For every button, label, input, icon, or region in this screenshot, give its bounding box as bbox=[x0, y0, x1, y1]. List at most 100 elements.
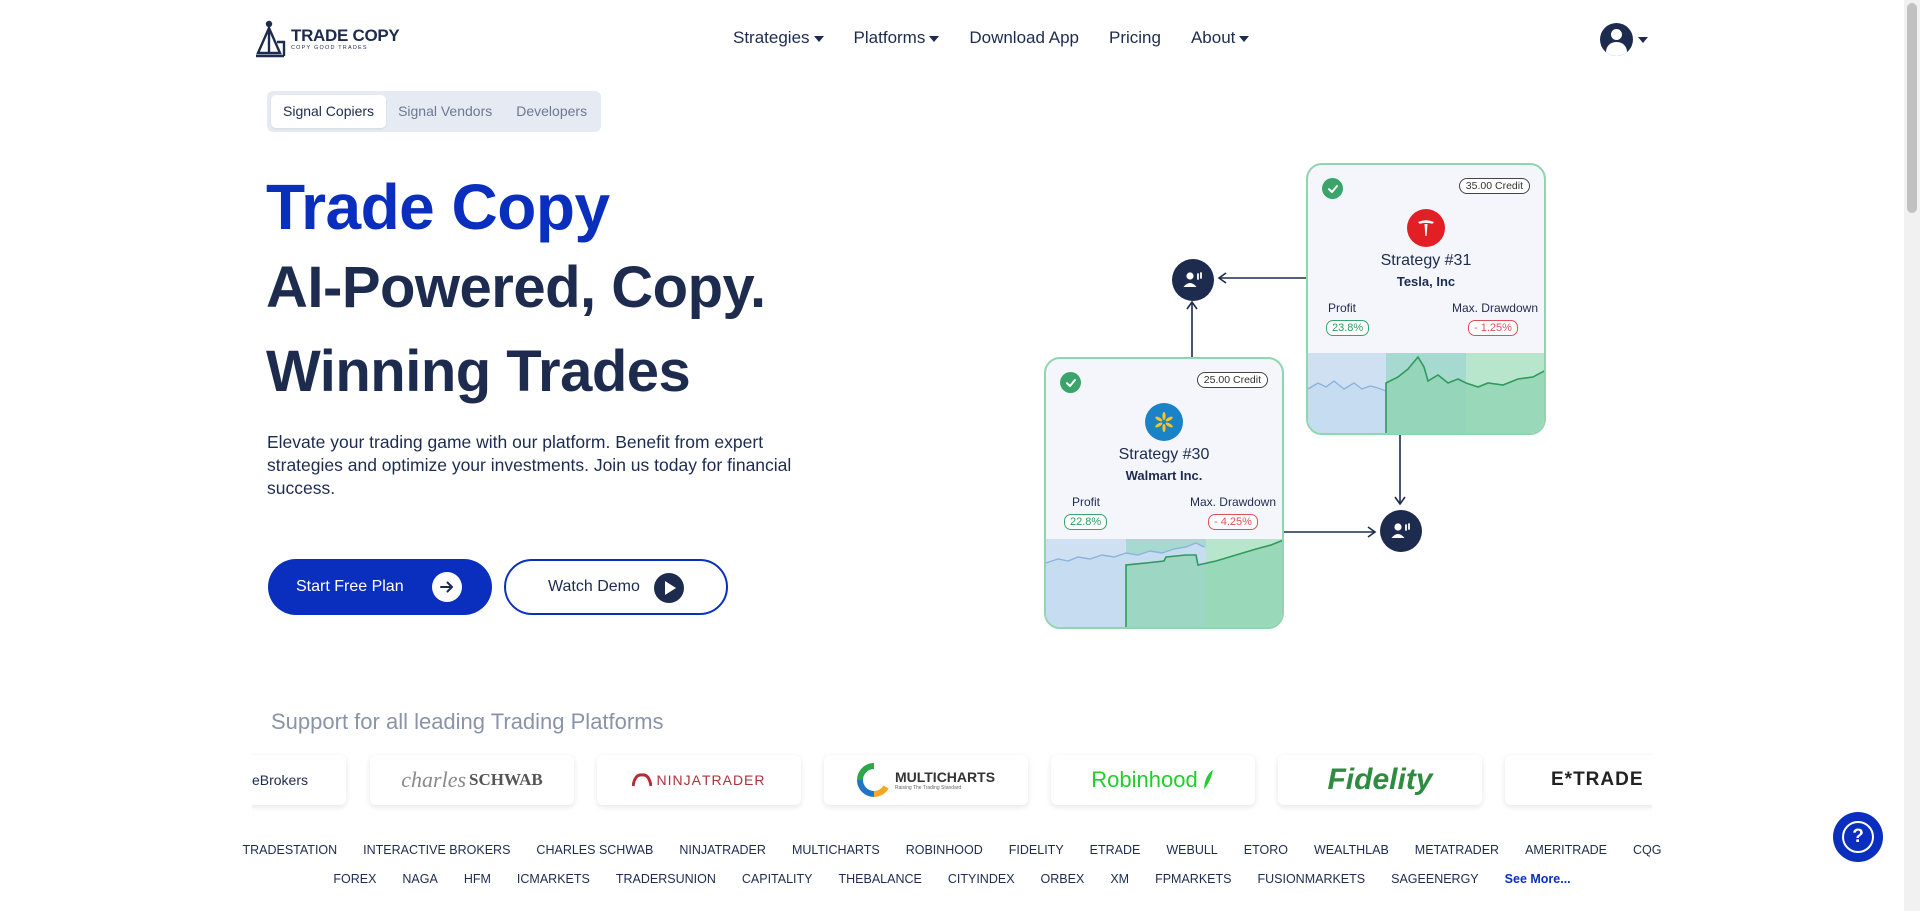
platform-link[interactable]: ETRADE bbox=[1090, 843, 1141, 857]
platform-link[interactable]: FPMARKETS bbox=[1155, 872, 1231, 886]
nav-pricing[interactable]: Pricing bbox=[1109, 28, 1161, 48]
platform-link[interactable]: ICMARKETS bbox=[517, 872, 590, 886]
nav-platforms[interactable]: Platforms bbox=[854, 28, 940, 48]
scrollbar-thumb[interactable] bbox=[1907, 3, 1917, 213]
account-menu[interactable] bbox=[1600, 23, 1648, 56]
platform-link[interactable]: TRADESTATION bbox=[242, 843, 337, 857]
logo-text: TRADER bbox=[701, 772, 766, 788]
profit-value: 22.8% bbox=[1064, 514, 1108, 530]
platform-link[interactable]: ETORO bbox=[1244, 843, 1288, 857]
platform-link[interactable]: XM bbox=[1110, 872, 1129, 886]
platforms-heading: Support for all leading Trading Platform… bbox=[271, 709, 664, 734]
platform-link[interactable]: FOREX bbox=[333, 872, 376, 886]
strategy-card[interactable]: 25.00 Credit Strategy #30 Walmart Inc. P… bbox=[1044, 357, 1284, 629]
profit-label: Profit bbox=[1072, 495, 1101, 509]
copier-node-icon bbox=[1380, 510, 1422, 552]
caret-down-icon bbox=[1239, 35, 1250, 42]
walmart-spark-icon bbox=[1145, 403, 1183, 441]
feather-icon bbox=[1203, 770, 1213, 789]
platform-link[interactable]: CAPITALITY bbox=[742, 872, 813, 886]
platform-link[interactable]: MULTICHARTS bbox=[792, 843, 880, 857]
ninjatrader-mark-icon bbox=[632, 773, 653, 787]
platform-link[interactable]: NINJATRADER bbox=[679, 843, 766, 857]
button-label: Start Free Plan bbox=[296, 578, 404, 595]
hero-title-line1: Trade Copy bbox=[266, 171, 610, 243]
help-button[interactable]: ? bbox=[1833, 812, 1883, 862]
logo-text: Robinhood bbox=[1091, 767, 1198, 792]
strategy-name: Strategy #30 bbox=[1118, 446, 1210, 463]
see-more-link[interactable]: See More... bbox=[1505, 872, 1571, 886]
credit-badge: 25.00 Credit bbox=[1196, 372, 1268, 388]
logo-tagline: Raising The Trading Standard bbox=[894, 785, 962, 791]
platform-link[interactable]: THEBALANCE bbox=[839, 872, 922, 886]
copier-node-icon bbox=[1172, 259, 1214, 301]
platform-link[interactable]: WEBULL bbox=[1166, 843, 1217, 857]
tab-developers[interactable]: Developers bbox=[504, 95, 599, 128]
platform-link[interactable]: METATRADER bbox=[1415, 843, 1499, 857]
platform-link[interactable]: CITYINDEX bbox=[948, 872, 1015, 886]
copy-trade-illustration: 35.00 Credit Strategy #31 Tesla, Inc Pro… bbox=[1040, 160, 1560, 640]
nav-label: Download App bbox=[969, 28, 1079, 47]
platform-link[interactable]: AMERITRADE bbox=[1525, 843, 1607, 857]
logo-text: charles bbox=[401, 767, 467, 792]
performance-chart bbox=[1046, 539, 1282, 627]
platform-logo-multicharts[interactable]: MULTICHARTS Raising The Trading Standard bbox=[824, 755, 1028, 805]
check-icon bbox=[1322, 178, 1343, 199]
platform-logo-charles-schwab[interactable]: charles SCHWAB bbox=[370, 755, 574, 805]
page-scrollbar[interactable] bbox=[1904, 0, 1920, 911]
drawdown-label: Max. Drawdown bbox=[1451, 301, 1538, 315]
nav-about[interactable]: About bbox=[1190, 28, 1250, 48]
main-nav: Strategies Platforms Download App Pricin… bbox=[733, 28, 1279, 48]
tab-signal-vendors[interactable]: Signal Vendors bbox=[386, 95, 504, 128]
platform-logo-robinhood[interactable]: Robinhood bbox=[1051, 755, 1255, 805]
caret-down-icon bbox=[813, 35, 824, 42]
performance-chart bbox=[1308, 353, 1544, 433]
drawdown-label: Max. Drawdown bbox=[1189, 495, 1276, 509]
platform-logo-etrade[interactable]: E*TRADE bbox=[1505, 755, 1652, 805]
start-free-plan-button[interactable]: Start Free Plan bbox=[268, 559, 492, 615]
platform-link[interactable]: NAGA bbox=[402, 872, 437, 886]
nav-download-app[interactable]: Download App bbox=[969, 28, 1079, 48]
platform-link[interactable]: ORBEX bbox=[1041, 872, 1085, 886]
brand-tagline: COPY GOOD TRADES bbox=[291, 44, 368, 51]
credit-badge: 35.00 Credit bbox=[1458, 178, 1530, 194]
platform-logo-ninjatrader[interactable]: NINJA TRADER bbox=[597, 755, 801, 805]
nav-strategies[interactable]: Strategies bbox=[733, 28, 824, 48]
play-icon bbox=[654, 573, 684, 603]
platform-link[interactable]: CQG bbox=[1633, 843, 1661, 857]
nav-label: Strategies bbox=[733, 28, 810, 47]
platform-link[interactable]: HFM bbox=[464, 872, 491, 886]
hero-title-line2: AI-Powered, Copy. bbox=[266, 255, 766, 320]
caret-down-icon bbox=[1638, 36, 1648, 43]
watch-demo-button[interactable]: Watch Demo bbox=[504, 559, 728, 615]
site-header: TRADE COPY COPY GOOD TRADES Strategies P… bbox=[0, 0, 1904, 78]
platform-link[interactable]: SAGEENERGY bbox=[1391, 872, 1479, 886]
platform-link[interactable]: CHARLES SCHWAB bbox=[536, 843, 653, 857]
brand-logo[interactable]: TRADE COPY COPY GOOD TRADES bbox=[255, 20, 400, 58]
button-label: Watch Demo bbox=[548, 578, 640, 595]
platform-link[interactable]: FIDELITY bbox=[1009, 843, 1064, 857]
platform-link[interactable]: FUSIONMARKETS bbox=[1257, 872, 1365, 886]
question-mark-icon: ? bbox=[1842, 821, 1874, 853]
platform-link[interactable]: INTERACTIVE BROKERS bbox=[363, 843, 510, 857]
profit-value: 23.8% bbox=[1326, 320, 1370, 336]
drawdown-value: - 1.25% bbox=[1468, 320, 1518, 336]
strategy-card[interactable]: 35.00 Credit Strategy #31 Tesla, Inc Pro… bbox=[1306, 163, 1546, 435]
logo-text: NINJA bbox=[656, 772, 702, 788]
multicharts-mark-icon bbox=[856, 763, 889, 797]
logo-text: E*TRADE bbox=[1551, 769, 1644, 790]
logo-text: SCHWAB bbox=[469, 770, 543, 789]
logo-text: Fidelity bbox=[1327, 763, 1433, 796]
nav-label: About bbox=[1190, 28, 1236, 47]
check-icon bbox=[1060, 372, 1081, 393]
strategy-name: Strategy #31 bbox=[1380, 252, 1472, 269]
platform-logo-interactive-brokers[interactable]: eBrokers bbox=[252, 755, 346, 805]
platform-logo-fidelity[interactable]: Fidelity bbox=[1278, 755, 1482, 805]
tab-signal-copiers[interactable]: Signal Copiers bbox=[271, 95, 387, 128]
audience-tabs: Signal Copiers Signal Vendors Developers bbox=[267, 91, 601, 132]
strategy-company: Walmart Inc. bbox=[1125, 468, 1203, 483]
platform-link[interactable]: WEALTHLAB bbox=[1314, 843, 1389, 857]
caret-down-icon bbox=[929, 35, 940, 42]
platform-link[interactable]: ROBINHOOD bbox=[906, 843, 983, 857]
platform-link[interactable]: TRADERSUNION bbox=[616, 872, 716, 886]
